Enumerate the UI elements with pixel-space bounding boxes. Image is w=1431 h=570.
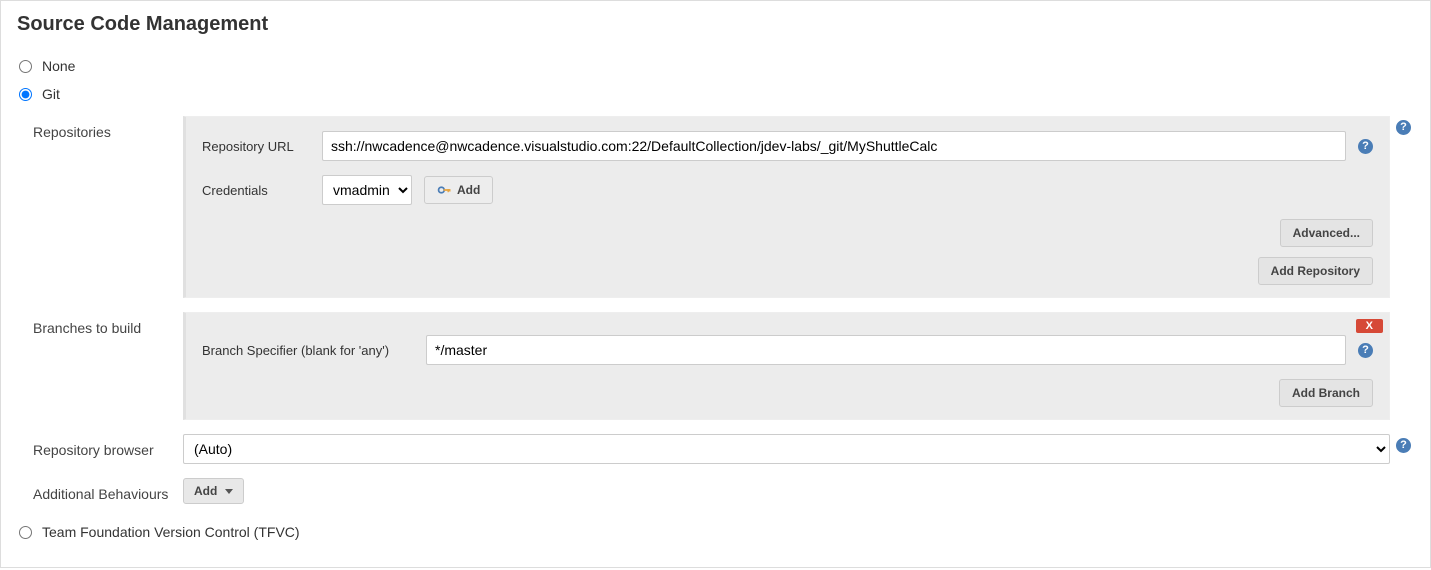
branch-panel: X Branch Specifier (blank for 'any') ? A… xyxy=(183,312,1390,420)
branch-specifier-input[interactable] xyxy=(426,335,1346,365)
repository-panel: Repository URL ? Credentials vmadmin xyxy=(183,116,1390,298)
help-icon[interactable]: ? xyxy=(1396,438,1411,453)
scm-radio-none[interactable] xyxy=(19,60,32,73)
repo-browser-select[interactable]: (Auto) xyxy=(183,434,1390,464)
add-credentials-button[interactable]: Add xyxy=(424,176,493,204)
chevron-down-icon xyxy=(225,489,233,494)
scm-radio-git[interactable] xyxy=(19,88,32,101)
branches-label: Branches to build xyxy=(33,312,183,336)
credentials-select[interactable]: vmadmin xyxy=(322,175,412,205)
scm-radio-tfvc[interactable] xyxy=(19,526,32,539)
key-icon xyxy=(437,183,451,197)
scm-label-git: Git xyxy=(42,86,60,102)
add-credentials-label: Add xyxy=(457,183,480,197)
help-icon[interactable]: ? xyxy=(1396,120,1411,135)
additional-behaviours-label: Additional Behaviours xyxy=(33,478,183,502)
scm-option-none-row: None xyxy=(13,52,1418,80)
help-icon[interactable]: ? xyxy=(1358,343,1373,358)
scm-option-git-row: Git xyxy=(13,80,1418,108)
credentials-label: Credentials xyxy=(202,183,310,198)
add-behaviour-button[interactable]: Add xyxy=(183,478,244,504)
help-icon[interactable]: ? xyxy=(1358,139,1373,154)
branch-specifier-label: Branch Specifier (blank for 'any') xyxy=(202,343,414,358)
repo-url-input[interactable] xyxy=(322,131,1346,161)
scm-option-tfvc-row: Team Foundation Version Control (TFVC) xyxy=(13,518,1418,546)
add-branch-button[interactable]: Add Branch xyxy=(1279,379,1373,407)
add-behaviour-label: Add xyxy=(194,484,217,498)
repo-url-label: Repository URL xyxy=(202,139,310,154)
scm-label-none: None xyxy=(42,58,75,74)
repo-browser-label: Repository browser xyxy=(33,434,183,458)
repositories-label: Repositories xyxy=(33,116,183,140)
scm-label-tfvc: Team Foundation Version Control (TFVC) xyxy=(42,524,300,540)
section-title: Source Code Management xyxy=(17,13,1418,36)
add-repository-button[interactable]: Add Repository xyxy=(1258,257,1373,285)
advanced-button[interactable]: Advanced... xyxy=(1280,219,1373,247)
delete-branch-button[interactable]: X xyxy=(1356,319,1383,333)
